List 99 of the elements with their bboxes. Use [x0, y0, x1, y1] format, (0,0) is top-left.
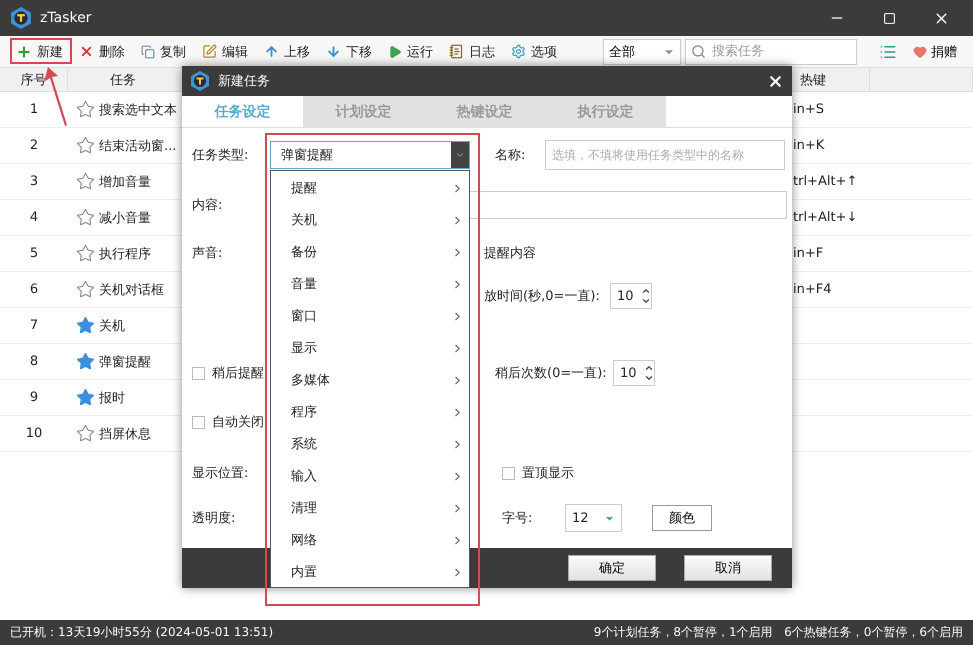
name-field[interactable]: 选填，不填将使用任务类型中的名称 [545, 140, 785, 170]
snooze-count-spinner[interactable]: 10 [613, 360, 655, 386]
menu-item[interactable]: 输入 [271, 460, 469, 492]
field-label: 字号: [502, 510, 534, 527]
menu-item[interactable]: 网络 [271, 524, 469, 556]
row-number: 6 [30, 282, 38, 297]
heart-icon [913, 44, 927, 58]
task-name: 报时 [99, 390, 125, 406]
row-number: 8 [30, 354, 38, 369]
star-icon[interactable] [76, 136, 95, 155]
star-icon[interactable] [76, 244, 95, 263]
star-icon[interactable] [76, 316, 95, 335]
star-icon[interactable] [76, 352, 95, 371]
window-title: zTasker [40, 10, 92, 26]
hotkey-cell-text: in+S [792, 102, 825, 117]
settings-icon [511, 44, 526, 59]
toolbar-button[interactable]: 复制 [135, 38, 192, 64]
menu-item[interactable]: 多媒体 [271, 364, 469, 396]
field-label: 显示位置: [192, 465, 250, 482]
field-label: 声音: [192, 245, 224, 262]
down-arrow-icon [326, 44, 341, 59]
hotkey-cell-text: in+K [792, 138, 826, 153]
notebook-icon [449, 44, 464, 59]
logo-icon [190, 71, 210, 91]
hotkey-cell-text: in+F [792, 246, 824, 261]
toolbar-button[interactable]: 选项 [505, 38, 563, 64]
toolbar-button[interactable]: 新建 [10, 38, 69, 64]
ok-button[interactable]: 确定 [568, 555, 656, 581]
hotkey-cell-text: trl+Alt+↓ [792, 210, 858, 225]
field-label: 名称: [495, 147, 526, 164]
menu-item[interactable]: 清理 [271, 492, 469, 524]
toolbar-button[interactable]: 下移 [320, 38, 378, 64]
menu-item[interactable]: 程序 [271, 396, 469, 428]
option-text: 提醒内容 [484, 245, 536, 262]
checkbox[interactable]: 自动关闭 [192, 413, 264, 431]
star-icon[interactable] [76, 280, 95, 299]
highlight-frame [10, 38, 72, 64]
task-name: 弹窗提醒 [99, 354, 151, 370]
row-number: 4 [30, 210, 38, 225]
menu-item[interactable]: 备份 [271, 236, 469, 268]
star-icon[interactable] [76, 172, 95, 191]
hotkey-cell-text: trl+Alt+↑ [792, 174, 858, 189]
field-label: 内容: [192, 197, 224, 214]
search-field[interactable]: 搜索任务 [685, 38, 857, 64]
menu-item[interactable]: 提醒 [271, 172, 469, 204]
task-name: 关机 [99, 318, 125, 334]
task-type-combo[interactable]: 弹窗提醒 [270, 141, 470, 169]
row-number: 5 [30, 246, 38, 261]
row-number: 7 [30, 318, 38, 333]
menu-item[interactable]: 系统 [271, 428, 469, 460]
play-icon [388, 44, 402, 58]
plus-icon [16, 44, 32, 60]
star-icon[interactable] [76, 388, 95, 407]
toolbar-button[interactable]: 运行 [382, 38, 439, 64]
star-icon[interactable] [76, 424, 95, 443]
uptime-text: 已开机：13天19小时55分 (2024-05-01 13:51) [10, 624, 274, 641]
donate-button[interactable]: 捐赠 [907, 42, 963, 60]
menu-item[interactable]: 音量 [271, 268, 469, 300]
toolbar-button[interactable]: 删除 [73, 38, 131, 64]
field-label: 透明度: [192, 510, 236, 527]
toolbar-button[interactable]: 日志 [443, 38, 501, 64]
filter-dropdown[interactable]: 全部 [603, 38, 681, 64]
search-icon [691, 44, 706, 58]
task-name: 增加音量 [99, 174, 151, 190]
task-name: 关机对话框 [99, 282, 164, 298]
task-name: 减小音量 [99, 210, 151, 226]
task-name: 结束活动窗... [99, 138, 176, 154]
row-number: 9 [30, 390, 38, 405]
menu-item[interactable]: 关机 [271, 204, 469, 236]
font-size-dropdown[interactable]: 12 [565, 504, 622, 532]
field-label: 稍后次数(0=一直): [495, 365, 608, 382]
task-name: 执行程序 [99, 246, 151, 262]
pencil-icon [202, 44, 217, 59]
color-button[interactable]: 颜色 [652, 505, 712, 531]
toolbar-button[interactable]: 编辑 [196, 38, 254, 64]
row-number: 1 [30, 102, 38, 117]
logo-icon [10, 7, 32, 29]
field-label: 任务类型: [192, 147, 250, 164]
play-time-spinner[interactable]: 10 [610, 283, 652, 309]
menu-item[interactable]: 内置 [271, 556, 469, 588]
star-icon[interactable] [76, 100, 95, 119]
task-name: 搜索选中文本 [99, 102, 177, 118]
checkbox[interactable]: 稍后提醒 [192, 364, 270, 382]
task-name: 挡屏休息 [99, 426, 151, 442]
row-number: 3 [30, 174, 38, 189]
menu-item[interactable]: 窗口 [271, 300, 469, 332]
dialog-title: 新建任务 [218, 73, 271, 90]
star-icon[interactable] [76, 208, 95, 227]
checkbox[interactable]: 置顶显示 [502, 464, 574, 482]
row-number: 2 [30, 138, 38, 153]
hotkey-cell-text: in+F4 [792, 282, 832, 297]
toolbar-button[interactable]: 上移 [258, 38, 316, 64]
cancel-button[interactable]: 取消 [684, 555, 772, 581]
row-number: 10 [26, 426, 42, 441]
task-count-text: 9个计划任务，8个暂停，1个启用 6个热键任务，0个暂停，6个启用 [594, 624, 963, 641]
x-icon [79, 44, 94, 59]
menu-item[interactable]: 显示 [271, 332, 469, 364]
copy-icon [141, 44, 155, 58]
field-label: 放时间(秒,0=一直): [484, 288, 601, 305]
